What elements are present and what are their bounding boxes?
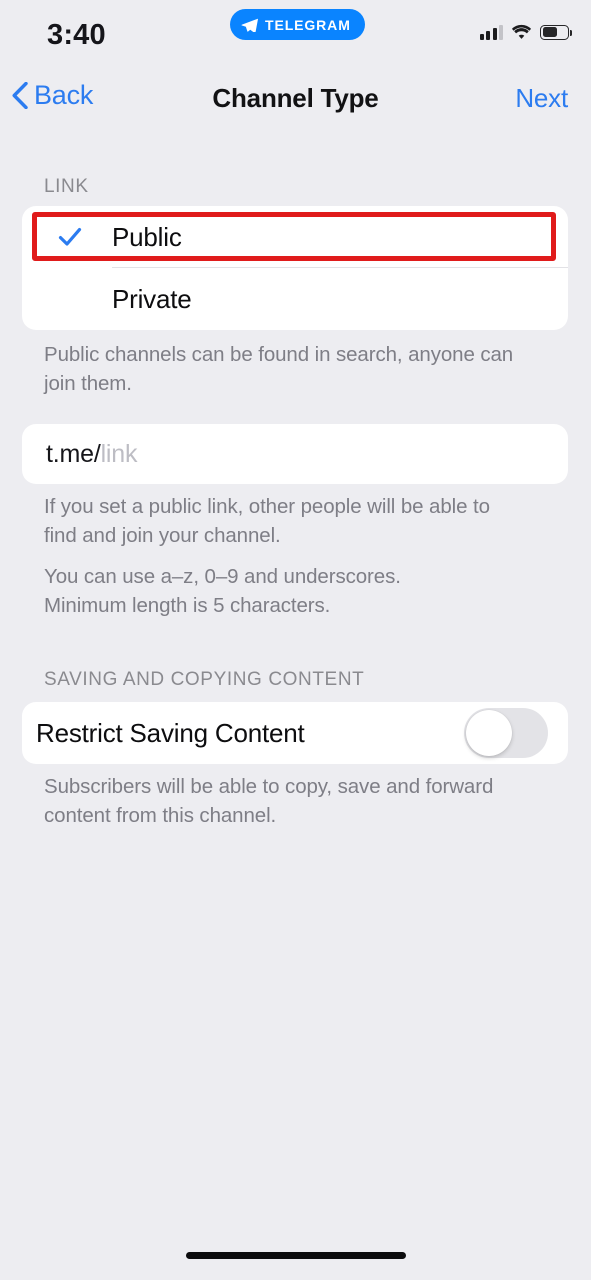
link-help-paragraph-1: If you set a public link, other people w… <box>44 495 490 547</box>
status-bar: 3:40 TELEGRAM <box>0 0 591 66</box>
paper-plane-icon <box>241 18 258 32</box>
page-title: Channel Type <box>212 83 379 113</box>
link-section-header: LINK <box>44 176 89 197</box>
toggle-knob <box>466 710 512 756</box>
saving-section-header: SAVING AND COPYING CONTENT <box>44 669 365 690</box>
public-link-input[interactable]: t.me/ link <box>22 424 568 484</box>
navigation-bar: Back Channel Type Next <box>0 66 591 132</box>
telegram-badge-label: TELEGRAM <box>265 16 351 33</box>
link-help-paragraph-2-line-2: Minimum length is 5 characters. <box>44 594 331 617</box>
saving-section-footnote: Subscribers will be able to copy, save a… <box>44 775 494 827</box>
phone-screen: 3:40 TELEGRAM Back Channel Type Next LIN… <box>0 0 591 1280</box>
link-options-card: Public Private <box>22 206 568 330</box>
restrict-saving-card: Restrict Saving Content <box>22 702 568 764</box>
status-bar-time: 3:40 <box>47 19 106 51</box>
link-prefix-label: t.me/ <box>46 439 101 468</box>
cellular-signal-icon <box>479 24 503 40</box>
link-input-placeholder: link <box>100 439 138 468</box>
checkmark-icon <box>58 228 82 246</box>
link-option-private-label: Private <box>112 283 192 314</box>
telegram-app-badge: TELEGRAM <box>230 9 365 40</box>
wifi-icon <box>511 24 532 39</box>
link-option-private[interactable]: Private <box>22 268 568 330</box>
next-button[interactable]: Next <box>515 83 568 114</box>
restrict-saving-row[interactable]: Restrict Saving Content <box>22 702 568 764</box>
link-option-public[interactable]: Public <box>22 206 568 268</box>
link-option-public-label: Public <box>112 221 182 252</box>
battery-icon <box>540 24 572 40</box>
link-section-footnote: Public channels can be found in search, … <box>44 343 514 395</box>
link-help-paragraph-2-line-1: You can use a–z, 0–9 and underscores. <box>44 565 401 588</box>
home-indicator[interactable] <box>185 1252 406 1259</box>
restrict-saving-toggle[interactable] <box>464 708 548 758</box>
status-bar-indicators <box>479 24 572 40</box>
restrict-saving-label: Restrict Saving Content <box>36 717 305 748</box>
